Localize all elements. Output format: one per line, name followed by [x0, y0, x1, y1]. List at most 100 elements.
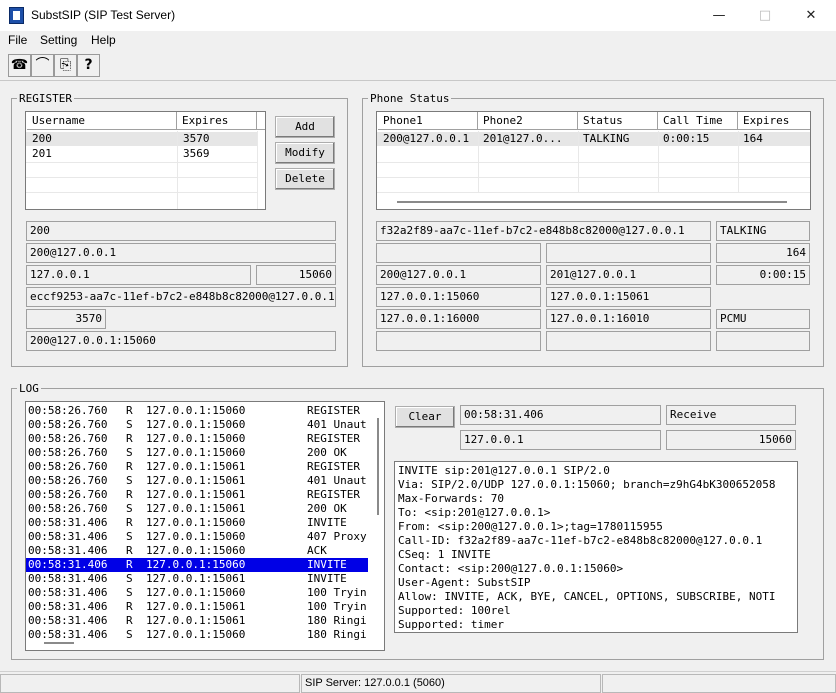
- log-time: 00:58:26.760: [28, 460, 108, 473]
- log-time-field[interactable]: 00:58:31.406: [460, 405, 661, 425]
- phone2-address-field[interactable]: 127.0.0.1:15061: [546, 287, 711, 307]
- phone2-rtp-field[interactable]: 127.0.0.1:16010: [546, 309, 711, 329]
- log-entry[interactable]: 00:58:31.406 S 127.0.0.1:15060 407 Proxy: [26, 530, 368, 544]
- column-header-phone2[interactable]: Phone2: [478, 112, 578, 130]
- log-direction: S: [126, 446, 133, 459]
- phone1-uri-field[interactable]: 200@127.0.0.1: [376, 265, 541, 285]
- phone-call-time-field[interactable]: 0:00:15: [716, 265, 810, 285]
- register-row-2-username[interactable]: 201: [27, 147, 177, 161]
- log-direction: R: [126, 558, 133, 571]
- modify-button[interactable]: Modify: [275, 142, 335, 164]
- register-port-field[interactable]: 15060: [256, 265, 336, 285]
- menu-setting[interactable]: Setting: [40, 33, 77, 47]
- column-header-username[interactable]: Username: [27, 112, 177, 130]
- log-entry[interactable]: 00:58:26.760 S 127.0.0.1:15060 401 Unaut: [26, 418, 368, 432]
- sip-message-line: User-Agent: SubstSIP: [398, 576, 531, 589]
- register-list[interactable]: Username Expires 200 3570 201 3569: [25, 111, 266, 210]
- phone-blank-field-4[interactable]: [546, 331, 711, 351]
- log-entry[interactable]: 00:58:26.760 R 127.0.0.1:15061 REGISTER: [26, 488, 368, 502]
- log-entry[interactable]: 00:58:31.406 R 127.0.0.1:15061 180 Ringi: [26, 614, 368, 628]
- column-header-call-time[interactable]: Call Time: [658, 112, 738, 130]
- phone-expires-field[interactable]: 164: [716, 243, 810, 263]
- register-row-1-username[interactable]: 200: [27, 132, 177, 146]
- log-entry[interactable]: 00:58:26.760 R 127.0.0.1:15060 REGISTER: [26, 432, 368, 446]
- hangup-icon[interactable]: ⌒: [31, 54, 54, 77]
- register-expires-field[interactable]: 3570: [26, 309, 106, 329]
- menu-file[interactable]: File: [8, 33, 27, 47]
- status-bar: SIP Server: 127.0.0.1 (5060): [0, 671, 836, 693]
- phone-status-list[interactable]: Phone1 Phone2 Status Call Time Expires 2…: [376, 111, 811, 210]
- phone1-rtp-field[interactable]: 127.0.0.1:16000: [376, 309, 541, 329]
- log-direction: S: [126, 418, 133, 431]
- log-entry[interactable]: 00:58:31.406 S 127.0.0.1:15060 180 Ringi: [26, 628, 368, 642]
- log-entry[interactable]: 00:58:26.760 S 127.0.0.1:15061 401 Unaut: [26, 474, 368, 488]
- codec-field[interactable]: PCMU: [716, 309, 810, 329]
- register-call-id-field[interactable]: eccf9253-aa7c-11ef-b7c2-e848b8c82000@127…: [26, 287, 336, 307]
- call-icon[interactable]: ☎: [8, 54, 31, 77]
- register-ip-field[interactable]: 127.0.0.1: [26, 265, 251, 285]
- log-entry[interactable]: 00:58:26.760 S 127.0.0.1:15061 200 OK: [26, 502, 368, 516]
- phone2-uri-field[interactable]: 201@127.0.0.1: [546, 265, 711, 285]
- sip-message-line: Allow: INVITE, ACK, BYE, CANCEL, OPTIONS…: [398, 590, 776, 603]
- log-entry[interactable]: 00:58:26.760 R 127.0.0.1:15060 REGISTER: [26, 404, 368, 418]
- register-username-field[interactable]: 200: [26, 221, 336, 241]
- log-method: 407 Proxy: [307, 530, 367, 543]
- log-direction: S: [126, 628, 133, 641]
- log-ip-field[interactable]: 127.0.0.1: [460, 430, 661, 450]
- horizontal-scrollbar[interactable]: [44, 642, 74, 644]
- log-entry[interactable]: 00:58:31.406 R 127.0.0.1:15060 ACK: [26, 544, 368, 558]
- log-port-field[interactable]: 15060: [666, 430, 796, 450]
- help-icon[interactable]: ?: [77, 54, 100, 77]
- minimize-icon[interactable]: —: [696, 0, 742, 31]
- maximize-icon[interactable]: □: [742, 0, 788, 31]
- log-entry[interactable]: 00:58:31.406 S 127.0.0.1:15060 100 Tryin: [26, 586, 368, 600]
- phone-row-status[interactable]: TALKING: [578, 132, 658, 146]
- column-header-expires[interactable]: Expires: [177, 112, 257, 130]
- log-entry[interactable]: 00:58:31.406 R 127.0.0.1:15060 INVITE: [26, 516, 368, 530]
- register-uri-field[interactable]: 200@127.0.0.1: [26, 243, 336, 263]
- phone-blank-field-3[interactable]: [376, 331, 541, 351]
- vertical-scrollbar[interactable]: [377, 418, 379, 515]
- add-button[interactable]: Add: [275, 116, 335, 138]
- grid-line: [26, 177, 257, 178]
- phone-blank-field-1[interactable]: [376, 243, 541, 263]
- phone-row-phone1[interactable]: 200@127.0.0.1: [378, 132, 478, 146]
- log-list[interactable]: 00:58:26.760 R 127.0.0.1:15060 REGISTER 00:5…: [25, 401, 385, 651]
- phone-row-phone2[interactable]: 201@127.0...: [478, 132, 578, 146]
- log-entry[interactable]: 00:58:31.406 S 127.0.0.1:15061 INVITE: [26, 572, 368, 586]
- phone-status-field[interactable]: TALKING: [716, 221, 810, 241]
- column-header-expires[interactable]: Expires: [738, 112, 810, 130]
- column-header-status[interactable]: Status: [578, 112, 658, 130]
- phone-call-id-field[interactable]: f32a2f89-aa7c-11ef-b7c2-e848b8c82000@127…: [376, 221, 711, 241]
- log-direction: R: [126, 488, 133, 501]
- log-address: 127.0.0.1:15060: [146, 628, 246, 641]
- register-contact-field[interactable]: 200@127.0.0.1:15060: [26, 331, 336, 351]
- log-entry[interactable]: 00:58:31.406 R 127.0.0.1:15061 100 Tryin: [26, 600, 368, 614]
- phone1-address-field[interactable]: 127.0.0.1:15060: [376, 287, 541, 307]
- close-icon[interactable]: ✕: [788, 0, 834, 31]
- sip-message-viewer[interactable]: INVITE sip:201@127.0.0.1 SIP/2.0 Via: SIP…: [394, 461, 798, 633]
- log-entry[interactable]: 00:58:26.760 S 127.0.0.1:15060 200 OK: [26, 446, 368, 460]
- log-direction: R: [126, 460, 133, 473]
- register-row-2-expires[interactable]: 3569: [178, 147, 256, 161]
- phone-row-expires[interactable]: 164: [738, 132, 810, 146]
- log-entry[interactable]: 00:58:31.406 R 127.0.0.1:15060 INVITE: [26, 558, 368, 572]
- horizontal-scrollbar[interactable]: [397, 201, 787, 203]
- export-icon[interactable]: ⎘: [54, 54, 77, 77]
- log-direction-field[interactable]: Receive: [666, 405, 796, 425]
- column-header-phone1[interactable]: Phone1: [378, 112, 478, 130]
- log-method: ACK: [307, 544, 327, 557]
- log-method: REGISTER: [307, 404, 360, 417]
- clear-button[interactable]: Clear: [395, 406, 455, 428]
- phone-blank-field-2[interactable]: [546, 243, 711, 263]
- log-entry[interactable]: 00:58:26.760 R 127.0.0.1:15061 REGISTER: [26, 460, 368, 474]
- log-time: 00:58:31.406: [28, 558, 108, 571]
- phone-blank-field-5[interactable]: [716, 331, 810, 351]
- phone-row-call-time[interactable]: 0:00:15: [658, 132, 738, 146]
- delete-button[interactable]: Delete: [275, 168, 335, 190]
- log-time: 00:58:26.760: [28, 502, 108, 515]
- log-method: 100 Tryin: [307, 586, 367, 599]
- log-address: 127.0.0.1:15060: [146, 404, 246, 417]
- register-row-1-expires[interactable]: 3570: [178, 132, 256, 146]
- menu-help[interactable]: Help: [91, 33, 116, 47]
